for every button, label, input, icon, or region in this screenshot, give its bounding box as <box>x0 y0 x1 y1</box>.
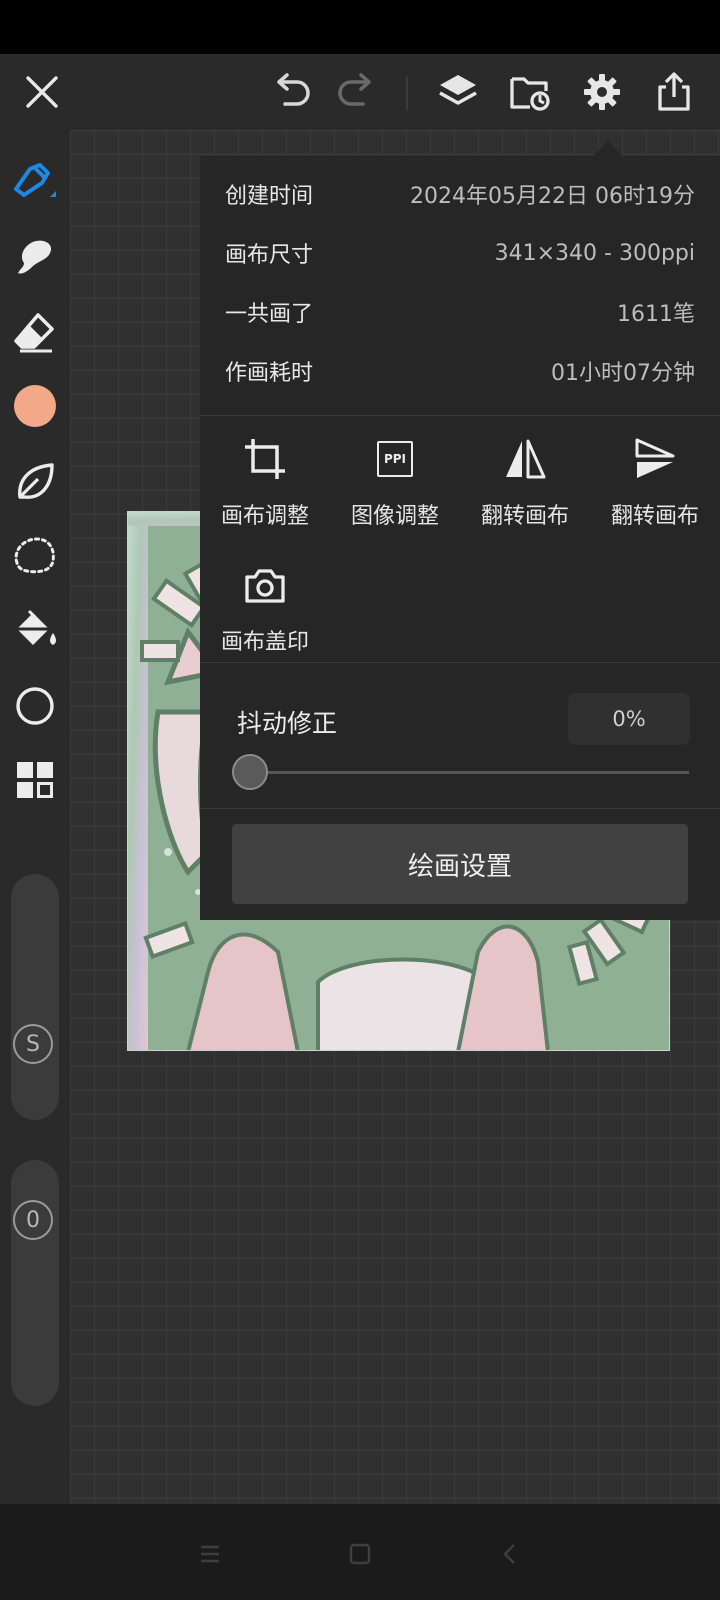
ppi-icon: PPI <box>377 441 413 477</box>
canvas-stamp-button[interactable]: 画布盖印 <box>200 550 330 670</box>
lasso-icon <box>14 537 55 574</box>
lasso-tool-button[interactable] <box>5 526 65 586</box>
brush-opacity-slider[interactable]: 0 <box>11 1160 59 1406</box>
shape-tool-button[interactable] <box>5 676 65 736</box>
pen-tool-button[interactable] <box>5 150 65 210</box>
home-icon <box>349 1543 371 1565</box>
home-button[interactable] <box>330 1532 390 1576</box>
stabilization-slider[interactable] <box>246 771 689 774</box>
flip-horizontal-button[interactable]: 翻转画布 <box>460 424 590 544</box>
flip-horizontal-icon <box>506 439 546 479</box>
smudge-icon <box>18 240 52 274</box>
share-button[interactable] <box>644 54 704 130</box>
info-row-stroke-count: 一共画了 1611笔 <box>225 282 695 342</box>
leaf-brush-button[interactable] <box>5 452 65 512</box>
info-row-created: 创建时间 2024年05月22日 06时19分 <box>225 164 695 224</box>
flip-vertical-button[interactable]: 翻转画布 <box>590 424 720 544</box>
menu-icon <box>201 1545 219 1563</box>
back-button[interactable] <box>480 1532 540 1576</box>
redo-button[interactable] <box>326 54 386 130</box>
info-row-drawing-time: 作画耗时 01小时07分钟 <box>225 341 695 401</box>
divider <box>200 662 720 663</box>
info-value: 2024年05月22日 06时19分 <box>410 184 695 209</box>
menu-button[interactable] <box>180 1532 240 1576</box>
info-key: 一共画了 <box>225 302 314 327</box>
back-icon <box>503 1544 515 1564</box>
shape-circle-icon <box>16 687 54 725</box>
eraser-icon <box>14 313 54 353</box>
redo-icon <box>338 73 371 106</box>
top-toolbar <box>0 54 720 130</box>
stabilization-value-field[interactable]: 0% <box>568 693 690 745</box>
info-key: 画布尺寸 <box>225 243 314 268</box>
eraser-tool-button[interactable] <box>5 302 65 362</box>
popover-caret <box>592 141 624 157</box>
stabilization-label: 抖动修正 <box>237 709 338 738</box>
fill-tool-button[interactable] <box>5 600 65 660</box>
save-sync-button[interactable] <box>500 54 560 130</box>
paint-settings-button[interactable]: 绘画设置 <box>232 824 688 904</box>
opacity-slider-knob[interactable]: 0 <box>13 1200 53 1240</box>
toolbar-divider <box>406 76 408 110</box>
more-tools-button[interactable] <box>5 750 65 810</box>
stabilization-slider-thumb[interactable] <box>232 754 268 790</box>
action-label: 画布调整 <box>220 504 309 529</box>
layers-button[interactable] <box>428 54 488 130</box>
camera-icon <box>245 569 285 603</box>
info-value: 341×340 - 300ppi <box>494 240 695 266</box>
undo-icon <box>277 73 310 106</box>
share-icon <box>658 72 690 111</box>
action-label: 翻转画布 <box>610 504 699 529</box>
folder-sync-icon <box>510 77 550 111</box>
smudge-tool-button[interactable] <box>5 226 65 286</box>
color-picker-button[interactable] <box>5 376 65 436</box>
color-swatch <box>14 385 56 427</box>
gear-icon <box>584 74 620 110</box>
info-value: 01小时07分钟 <box>551 361 695 386</box>
canvas-adjust-button[interactable]: 画布调整 <box>200 424 330 544</box>
leaf-brush-icon <box>18 463 54 499</box>
undo-button[interactable] <box>262 54 322 130</box>
size-slider-knob[interactable]: S <box>13 1024 53 1064</box>
info-key: 作画耗时 <box>225 361 314 386</box>
divider <box>200 808 720 809</box>
pen-tool-icon <box>14 163 56 197</box>
canvas-info-popover: 创建时间 2024年05月22日 06时19分 画布尺寸 341×340 - 3… <box>200 156 720 920</box>
crop-icon <box>245 439 285 479</box>
grid-icon <box>17 762 53 798</box>
info-value: 1611笔 <box>617 302 695 327</box>
tool-sidebar: S 0 <box>0 130 70 1504</box>
info-row-canvas-size: 画布尺寸 341×340 - 300ppi <box>225 223 695 283</box>
layers-icon <box>439 75 477 105</box>
close-icon <box>26 76 58 108</box>
image-adjust-button[interactable]: PPI 图像调整 <box>330 424 460 544</box>
flip-vertical-icon <box>635 438 675 478</box>
action-label: 翻转画布 <box>480 504 569 529</box>
system-nav-bar <box>0 1504 720 1600</box>
action-label: 图像调整 <box>350 504 439 529</box>
status-bar <box>0 0 720 54</box>
divider <box>200 415 720 416</box>
fill-bucket-icon <box>15 609 56 645</box>
close-button[interactable] <box>12 54 72 130</box>
action-label: 画布盖印 <box>220 630 309 655</box>
brush-size-slider[interactable]: S <box>11 874 59 1120</box>
settings-button[interactable] <box>572 54 632 130</box>
info-key: 创建时间 <box>225 184 314 209</box>
